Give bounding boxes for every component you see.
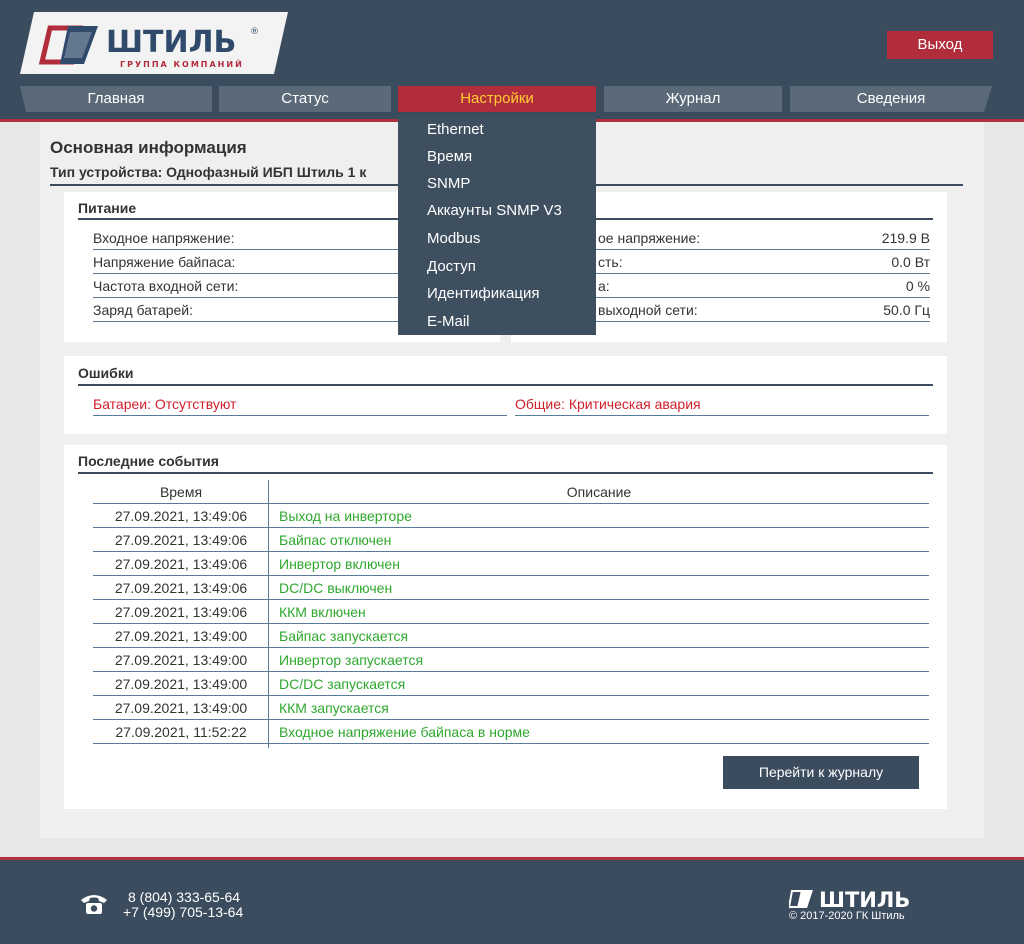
event-time: 27.09.2021, 13:49:00 (114, 700, 248, 716)
event-time: 27.09.2021, 13:49:00 (114, 652, 248, 668)
power-label: сть: (598, 254, 623, 270)
logout-button[interactable]: Выход (887, 31, 993, 59)
event-desc: Байпас запускается (279, 628, 409, 644)
event-time: 27.09.2021, 13:49:06 (114, 556, 248, 572)
power-value: 0 % (905, 278, 930, 294)
phone-number-1: 8 (804) 333-65-64 (128, 889, 241, 905)
event-row: 27.09.2021, 13:49:06 ККМ включен (93, 600, 929, 624)
event-desc: ККМ включен (279, 604, 366, 620)
event-time: 27.09.2021, 13:49:06 (114, 508, 248, 524)
power-label: а: (598, 278, 610, 294)
col-time-header: Время (159, 484, 203, 500)
event-row: 27.09.2021, 11:52:22 Входное напряжение б… (93, 720, 929, 744)
error-item: Общие: Критическая авария (515, 392, 929, 416)
error-item: Батареи: Отсутствуют (93, 392, 507, 416)
events-rule (78, 472, 933, 474)
event-desc: DC/DC запускается (279, 676, 406, 692)
event-time: 27.09.2021, 13:49:00 (114, 628, 248, 644)
errors-title: Ошибки (78, 365, 134, 381)
error-text: Батареи: Отсутствуют (93, 396, 237, 412)
settings-dropdown: Ethernet Время SNMP Аккаунты SNMP V3 Mod… (398, 116, 596, 335)
event-time: 27.09.2021, 13:49:06 (114, 580, 248, 596)
logo[interactable]: ШТИЛЬ ГРУППА КОМПАНИЙ ® (20, 12, 288, 74)
event-row: 27.09.2021, 13:49:00 Байпас запускается (93, 624, 929, 648)
power-value: 219.9 В (881, 230, 930, 246)
logo-subtitle: ГРУППА КОМПАНИЙ (120, 58, 244, 69)
tab-journal[interactable]: Журнал (604, 86, 782, 112)
event-row: 27.09.2021, 13:49:06 Инвертор включен (93, 552, 929, 576)
menu-item-access[interactable]: Доступ (427, 253, 476, 280)
power-value: 0.0 Вт (891, 254, 930, 270)
events-title: Последние события (78, 453, 219, 469)
col-desc-header: Описание (566, 484, 632, 500)
event-desc: DC/DC выключен (279, 580, 393, 596)
event-time: 27.09.2021, 13:49:00 (114, 676, 248, 692)
phone-number-2: +7 (499) 705-13-64 (123, 904, 244, 920)
errors-rule (78, 384, 933, 386)
tab-settings[interactable]: Настройки (398, 86, 596, 112)
logo-text: ШТИЛЬ (106, 25, 236, 60)
tab-status[interactable]: Статус (219, 86, 391, 112)
power-title: Питание (78, 200, 137, 216)
go-to-journal-button[interactable]: Перейти к журналу (723, 756, 919, 789)
event-row: 27.09.2021, 13:49:06 DC/DC выключен (93, 576, 929, 600)
event-row: 27.09.2021, 13:49:06 Байпас отключен (93, 528, 929, 552)
error-text: Общие: Критическая авария (515, 396, 701, 412)
event-desc: Выход на инверторе (279, 508, 412, 524)
power-label: Входное напряжение: (93, 230, 235, 246)
event-row: 27.09.2021, 13:49:06 Выход на инверторе (93, 504, 929, 528)
event-desc: Инвертор включен (279, 556, 400, 572)
event-row: 27.09.2021, 13:49:00 DC/DC запускается (93, 672, 929, 696)
event-desc: Инвертор запускается (279, 652, 424, 668)
main-nav: Главная Статус Настройки Журнал Сведения (0, 86, 1024, 112)
event-desc: Входное напряжение байпаса в норме (279, 724, 530, 740)
menu-item-ethernet[interactable]: Ethernet (427, 116, 484, 143)
tab-main[interactable]: Главная (20, 86, 212, 112)
menu-item-snmp[interactable]: SNMP (427, 170, 470, 197)
menu-item-time[interactable]: Время (427, 143, 472, 170)
event-row: 27.09.2021, 13:49:00 Инвертор запускается (93, 648, 929, 672)
event-time: 27.09.2021, 11:52:22 (115, 724, 247, 740)
power-label: ое напряжение: (598, 230, 701, 246)
page-title: Основная информация (50, 138, 247, 157)
event-time: 27.09.2021, 13:49:06 (114, 604, 248, 620)
power-label: Напряжение байпаса: (93, 254, 236, 270)
event-desc: Байпас отключен (279, 532, 392, 548)
menu-item-modbus[interactable]: Modbus (427, 225, 480, 252)
menu-item-snmp-v3-accounts[interactable]: Аккаунты SNMP V3 (427, 197, 562, 224)
event-desc: ККМ запускается (279, 700, 389, 716)
footer-logo-text: ШТИЛЬ (819, 888, 910, 911)
power-value: 50.0 Гц (883, 302, 930, 318)
device-type: Тип устройства: Однофазный ИБП Штиль 1 к (50, 164, 367, 180)
power-label: выходной сети: (598, 302, 698, 318)
power-label: Заряд батарей: (93, 302, 194, 318)
copyright: © 2017-2020 ГК Штиль (789, 910, 905, 922)
menu-item-email[interactable]: E-Mail (427, 308, 470, 335)
event-row: 27.09.2021, 13:49:00 ККМ запускается (93, 696, 929, 720)
event-time: 27.09.2021, 13:49:06 (114, 532, 248, 548)
tab-info[interactable]: Сведения (790, 86, 992, 112)
phone-icon (79, 892, 109, 919)
menu-item-identification[interactable]: Идентификация (427, 280, 539, 307)
power-label: Частота входной сети: (93, 278, 239, 294)
svg-text:®: ® (250, 27, 259, 37)
